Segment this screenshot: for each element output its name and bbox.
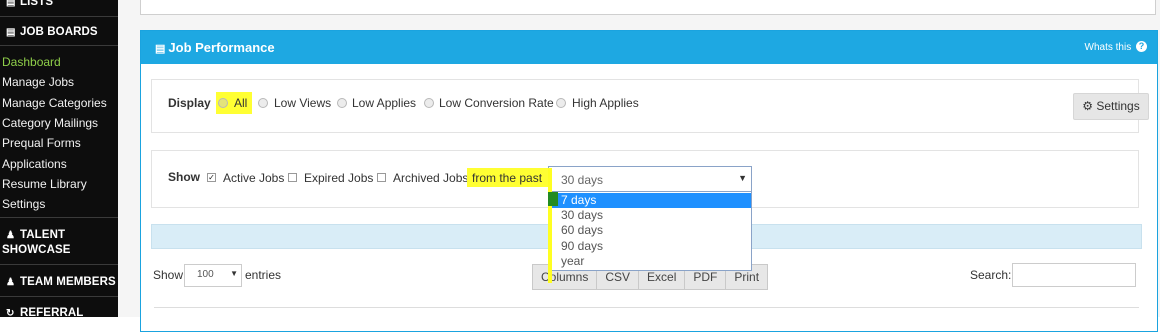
radio-low-views[interactable]	[258, 98, 268, 108]
search-label: Search:	[970, 268, 1012, 282]
sidebar-item-category-mailings[interactable]: Category Mailings	[2, 116, 98, 130]
dropdown-option-90-days[interactable]: 90 days	[549, 239, 751, 254]
dropdown-option-7-days[interactable]: 7 days	[549, 193, 751, 208]
main-content: ▤ Job Performance Whats this ? Display Al…	[118, 0, 1160, 332]
sidebar-divider	[0, 16, 118, 17]
previous-panel	[140, 0, 1156, 15]
refresh-icon: ↻	[6, 308, 15, 319]
whats-this-link[interactable]: Whats this ?	[1085, 41, 1147, 53]
search-input[interactable]	[1012, 263, 1136, 287]
checkbox-expired-jobs[interactable]	[288, 173, 297, 182]
sidebar-section-job-boards[interactable]: ▤ JOB BOARDS	[0, 25, 98, 40]
clipboard-icon: ▤	[6, 27, 16, 38]
radio-low-applies[interactable]	[337, 98, 347, 108]
period-dropdown-list: 7 days 30 days 60 days 90 days year	[548, 191, 752, 271]
sidebar-section-referral[interactable]: ↻ REFERRAL	[0, 306, 83, 321]
period-select[interactable]: 30 days ▼	[548, 166, 752, 193]
highlight-mark	[548, 168, 552, 283]
panel-header: ▤ Job Performance Whats this ?	[141, 31, 1157, 64]
active-jobs-label: Active Jobs	[223, 171, 285, 185]
sidebar: ▤ LISTS ▤ JOB BOARDS Dashboard Manage Jobs…	[0, 0, 118, 319]
display-label: Display	[168, 96, 211, 110]
help-icon: ?	[1136, 41, 1147, 52]
user-icon: ♟	[6, 277, 16, 288]
highlight-mark-green	[548, 192, 558, 206]
entries-label: entries	[245, 268, 282, 282]
option-low-views-label: Low Views	[274, 96, 332, 110]
sidebar-section-talent-showcase[interactable]: ♟ TALENT	[0, 228, 65, 243]
user-icon: ♟	[6, 230, 16, 241]
gear-icon: ⚙	[1082, 99, 1094, 113]
entries-select[interactable]: 100 ▼	[184, 264, 242, 287]
sidebar-item-dashboard[interactable]: Dashboard	[2, 55, 61, 69]
caret-down-icon: ▼	[230, 269, 238, 278]
sidebar-item-manage-jobs[interactable]: Manage Jobs	[2, 75, 74, 89]
option-low-applies-label: Low Applies	[352, 96, 417, 110]
sidebar-item-prequal-forms[interactable]: Prequal Forms	[2, 136, 81, 150]
checkbox-active-jobs[interactable]: ✓	[207, 173, 216, 182]
sidebar-section-lists[interactable]: ▤ LISTS	[0, 0, 53, 10]
sidebar-item-applications[interactable]: Applications	[2, 157, 67, 171]
checkbox-archived-jobs[interactable]	[377, 173, 386, 182]
entries-show-label: Show	[153, 268, 184, 282]
sidebar-section-team-members[interactable]: ♟ TEAM MEMBERS	[0, 275, 116, 290]
radio-low-conversion-rate[interactable]	[424, 98, 434, 108]
display-filter-card: Display All Low Views Low Applies Low Co…	[151, 79, 1139, 133]
sidebar-item-resume-library[interactable]: Resume Library	[2, 177, 87, 191]
radio-high-applies[interactable]	[556, 98, 566, 108]
table-header-row	[154, 307, 1139, 322]
radio-all[interactable]	[218, 98, 228, 108]
sidebar-item-manage-categories[interactable]: Manage Categories	[2, 96, 107, 110]
period-select-value: 30 days	[561, 173, 604, 187]
dropdown-option-60-days[interactable]: 60 days	[549, 223, 751, 238]
option-all-label: All	[234, 96, 248, 110]
from-the-past-label: from the past	[472, 171, 543, 185]
dropdown-option-year[interactable]: year	[549, 254, 751, 269]
option-high-applies-label: High Applies	[572, 96, 639, 110]
sidebar-divider	[0, 296, 118, 297]
panel-title: ▤ Job Performance	[155, 40, 275, 55]
settings-button[interactable]: ⚙ Settings	[1073, 93, 1149, 120]
sidebar-divider	[0, 217, 118, 218]
clipboard-icon: ▤	[155, 43, 166, 55]
caret-down-icon: ▼	[738, 173, 747, 183]
sidebar-divider	[0, 264, 118, 265]
show-label: Show	[168, 170, 200, 184]
option-low-conversion-rate-label: Low Conversion Rate	[439, 96, 554, 110]
sidebar-divider	[0, 45, 118, 46]
dropdown-option-30-days[interactable]: 30 days	[549, 208, 751, 223]
list-icon: ▤	[6, 0, 16, 8]
sidebar-section-talent-showcase-line2[interactable]: SHOWCASE	[2, 243, 71, 258]
archived-jobs-label: Archived Jobs	[393, 171, 469, 185]
sidebar-item-settings[interactable]: Settings	[2, 197, 45, 211]
expired-jobs-label: Expired Jobs	[304, 171, 374, 185]
